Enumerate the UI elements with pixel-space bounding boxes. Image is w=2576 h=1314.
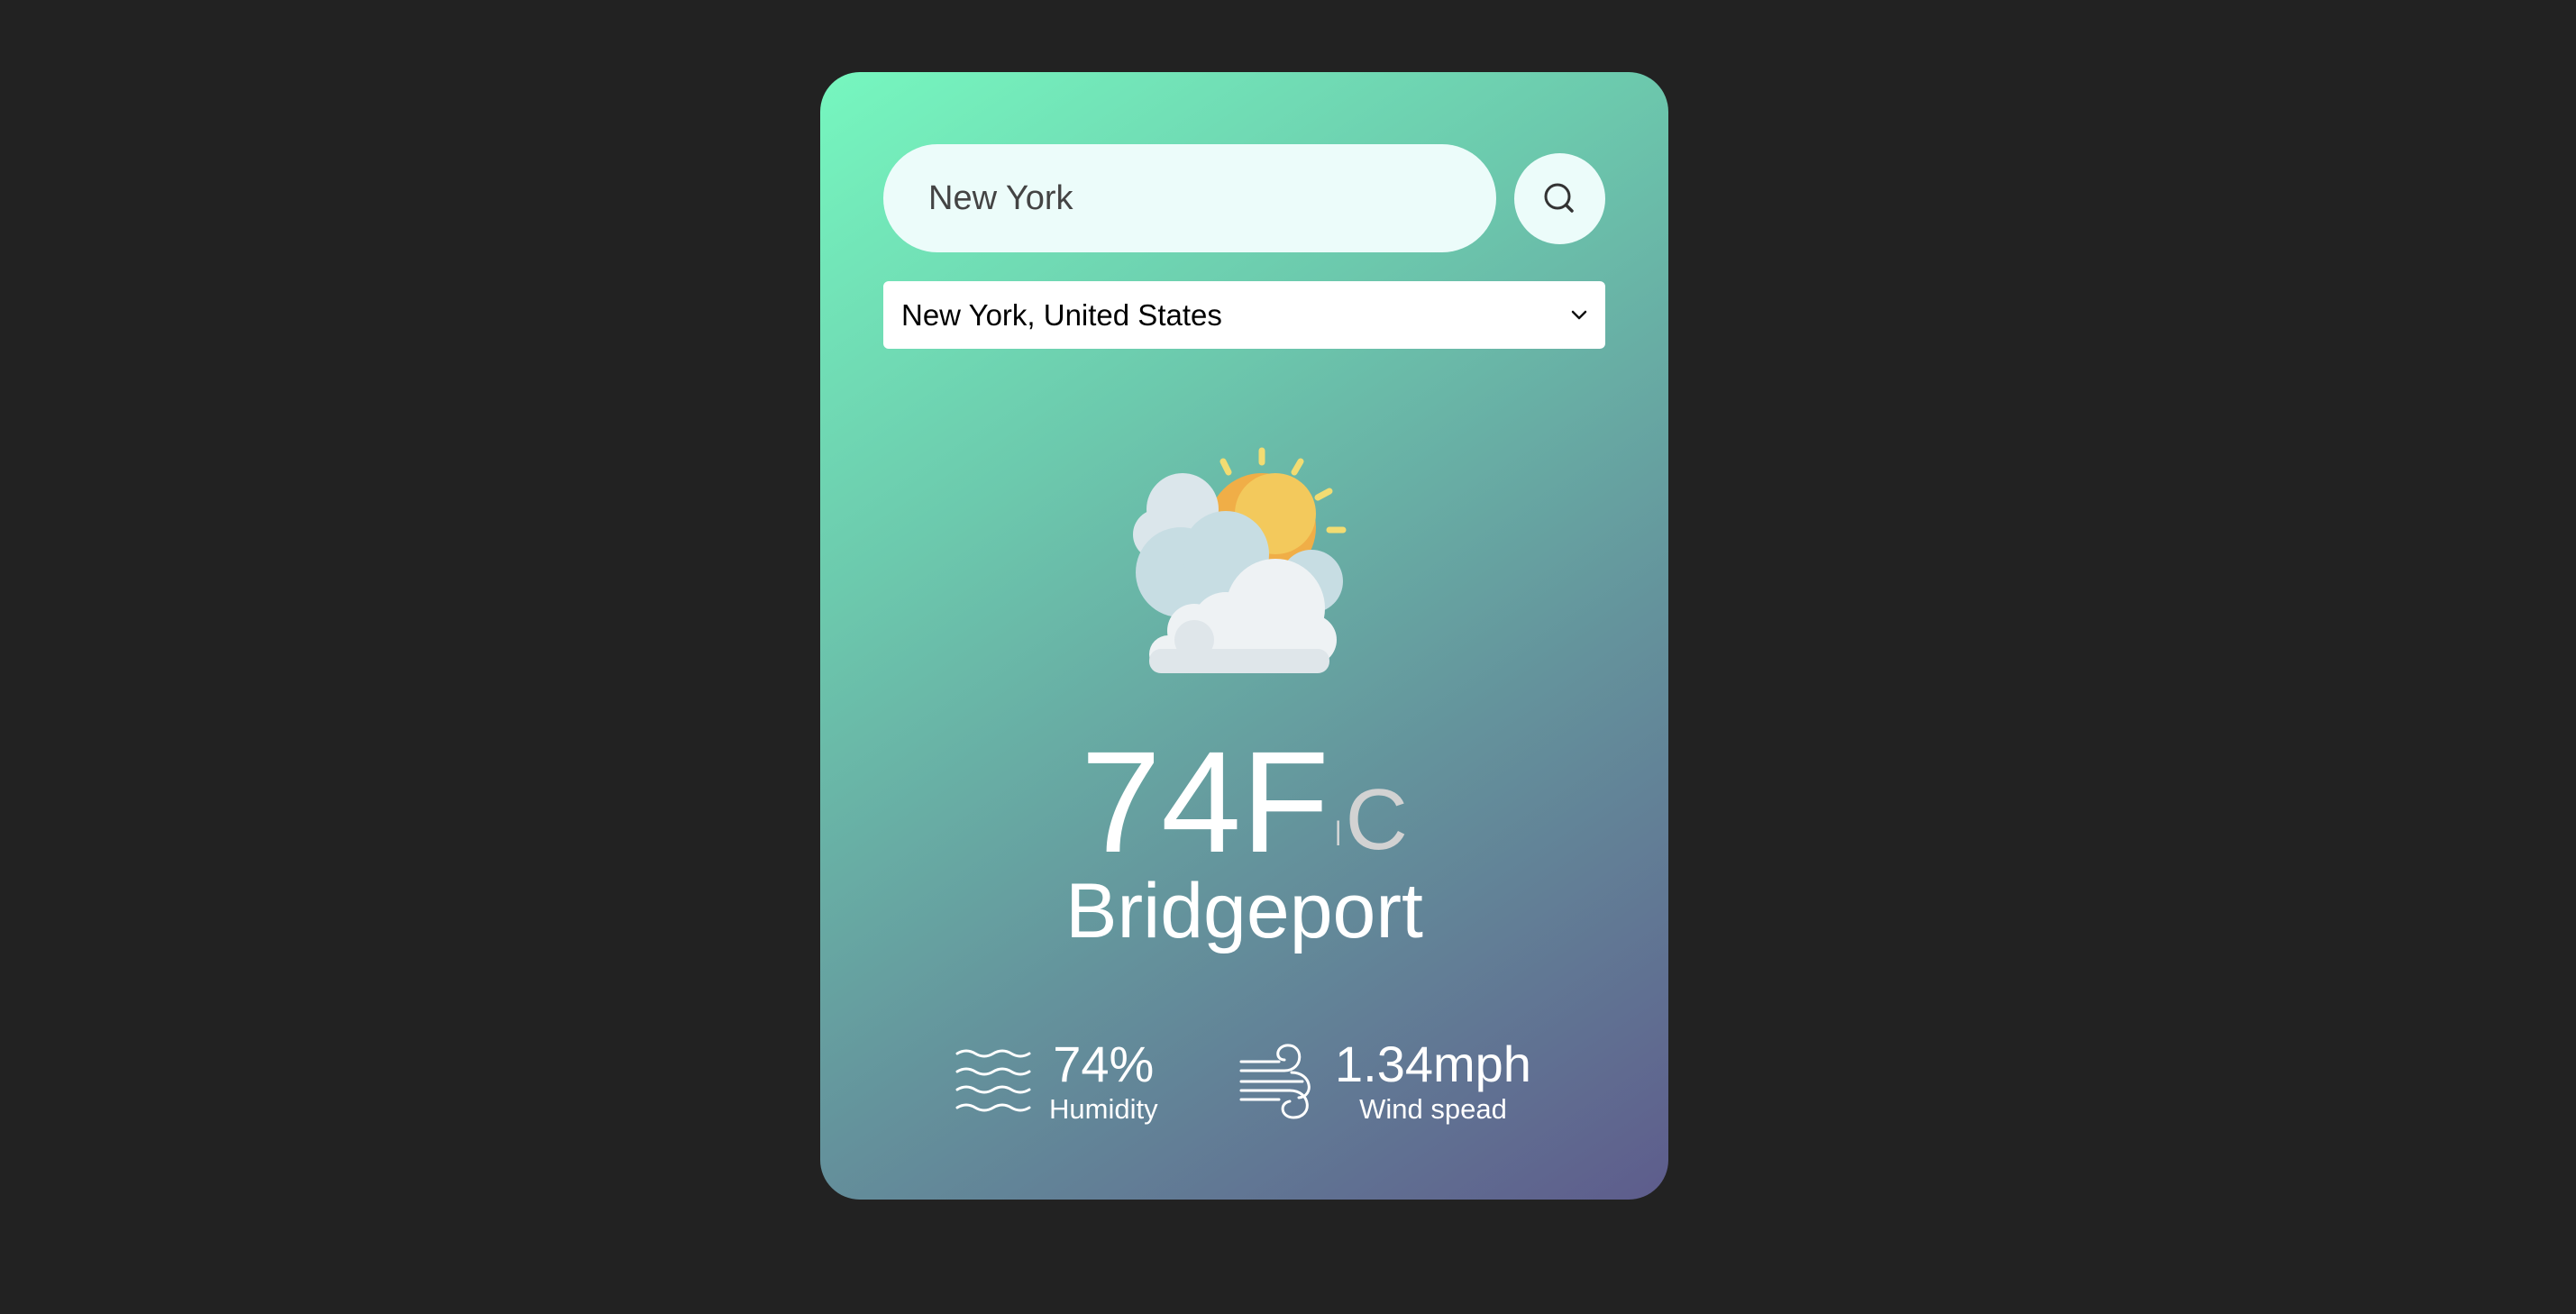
humidity-label: Humidity: [1049, 1092, 1158, 1125]
search-icon: [1544, 183, 1574, 213]
waves-icon: [955, 1049, 1031, 1112]
partly-cloudy-icon: [1133, 447, 1347, 673]
humidity-value: 74%: [1053, 1036, 1155, 1092]
wind-icon: [1239, 1044, 1311, 1119]
wind-stat: 1.34mph Wind spead: [1239, 1036, 1531, 1126]
search-button[interactable]: [1514, 153, 1605, 244]
humidity-stat: 74% Humidity: [955, 1036, 1158, 1126]
weather-card: New York, United States: [820, 72, 1668, 1200]
wind-speed-label: Wind spead: [1359, 1092, 1507, 1125]
city-name: Bridgeport: [1065, 868, 1423, 954]
location-select[interactable]: New York, United States: [883, 281, 1605, 349]
chevron-down-icon: [1571, 310, 1587, 319]
location-select-value: New York, United States: [901, 297, 1222, 332]
celsius-toggle[interactable]: C: [1346, 777, 1408, 863]
temperature-value: 74F: [1081, 721, 1329, 882]
unit-separator: |: [1334, 817, 1342, 846]
temperature-display: 74F | C: [820, 721, 1668, 874]
wind-speed-value: 1.34mph: [1335, 1036, 1531, 1092]
search-input[interactable]: [883, 144, 1496, 252]
